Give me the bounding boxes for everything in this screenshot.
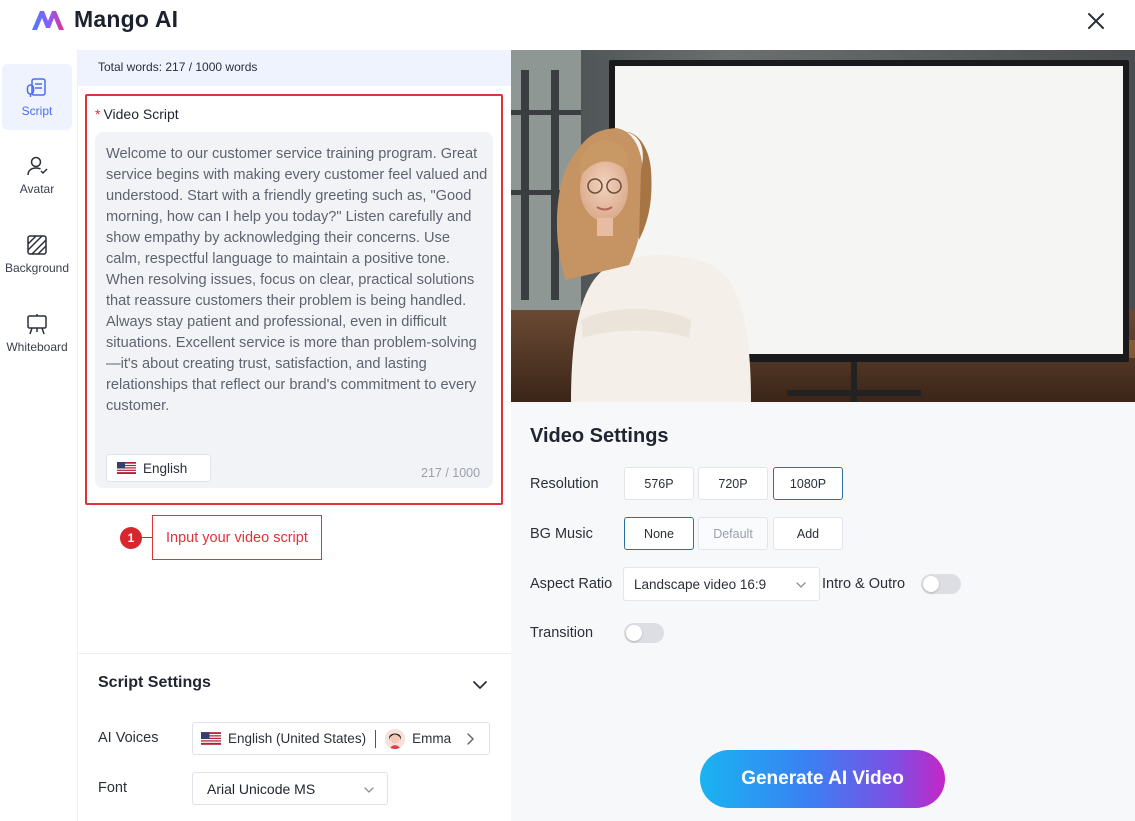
font-value: Arial Unicode MS [207, 780, 316, 797]
chevron-down-icon [473, 681, 487, 689]
aspect-ratio-label: Aspect Ratio [530, 576, 613, 592]
us-flag-icon [201, 732, 221, 745]
bg-music-default-button[interactable]: Default [698, 517, 768, 550]
word-count-bar: Total words: 217 / 1000 words [78, 50, 511, 86]
video-preview [511, 50, 1135, 402]
script-hint: 1 Input your video script [120, 515, 322, 560]
transition-toggle[interactable] [624, 623, 664, 643]
background-icon [27, 235, 47, 255]
preview-scene-image [511, 50, 1135, 402]
close-icon [1088, 13, 1104, 29]
resolution-576p-button[interactable]: 576P [624, 467, 694, 500]
voice-language: English (United States) [228, 731, 367, 746]
bg-music-label: BG Music [530, 526, 593, 542]
bg-music-none-button[interactable]: None [624, 517, 694, 550]
sidebar-item-label: Background [4, 261, 70, 275]
font-select[interactable]: Arial Unicode MS [192, 772, 388, 805]
sidebar-item-whiteboard[interactable]: Whiteboard [2, 300, 72, 366]
sidebar-item-script[interactable]: Script [2, 64, 72, 130]
script-language-label: English [143, 460, 188, 476]
sidebar: Script Avatar Background Whiteboard [0, 50, 78, 821]
ai-voices-label: AI Voices [98, 730, 159, 746]
voice-name: Emma [412, 731, 452, 746]
header: Mango AI [0, 0, 1135, 50]
app-name: Mango AI [74, 6, 179, 32]
script-settings-toggle[interactable] [471, 676, 489, 694]
sidebar-item-label: Avatar [19, 182, 55, 196]
aspect-ratio-select[interactable]: Landscape video 16:9 [623, 567, 820, 601]
chevron-down-icon [364, 787, 374, 793]
avatar-icon [27, 156, 48, 176]
hint-text: Input your video script [152, 515, 322, 560]
sidebar-item-label: Whiteboard [6, 340, 68, 354]
voice-avatar [385, 728, 406, 749]
video-script-label-text: Video Script [103, 106, 179, 122]
video-script-text[interactable]: Welcome to our customer service training… [106, 144, 488, 417]
word-count: Total words: 217 / 1000 words [98, 60, 258, 74]
video-script-textarea[interactable]: Welcome to our customer service training… [95, 132, 493, 488]
ai-voice-select[interactable]: English (United States) Emma [192, 722, 490, 755]
sidebar-item-avatar[interactable]: Avatar [2, 142, 72, 208]
char-count: 217 / 1000 [421, 466, 481, 480]
generate-ai-video-button[interactable]: Generate AI Video [700, 750, 945, 808]
aspect-ratio-value: Landscape video 16:9 [634, 576, 767, 592]
intro-outro-toggle[interactable] [921, 574, 961, 594]
resolution-label: Resolution [530, 476, 599, 492]
separator [375, 729, 377, 748]
sidebar-item-label: Script [21, 104, 53, 118]
whiteboard-icon [27, 314, 47, 335]
video-panel: Video Settings Resolution 576P 720P 1080… [511, 50, 1135, 821]
resolution-1080p-button[interactable]: 1080P [773, 467, 843, 500]
hint-connector [142, 537, 152, 538]
chevron-down-icon [796, 582, 806, 588]
mango-logo-icon [32, 10, 64, 30]
close-button[interactable] [1084, 9, 1108, 33]
app-root: Mango AI Script Avatar Background Whiteb… [0, 0, 1135, 821]
script-panel: Total words: 217 / 1000 words * Video Scr… [78, 50, 511, 821]
chevron-right-icon [467, 733, 474, 745]
intro-outro-label: Intro & Outro [822, 576, 906, 592]
us-flag-icon [117, 462, 136, 474]
divider [78, 653, 511, 654]
resolution-720p-button[interactable]: 720P [698, 467, 768, 500]
script-language-button[interactable]: English [106, 454, 211, 482]
sidebar-item-background[interactable]: Background [2, 221, 72, 287]
hint-step-badge: 1 [120, 526, 142, 549]
video-script-label: * Video Script [95, 106, 179, 122]
script-icon [26, 78, 46, 97]
required-mark: * [95, 106, 101, 122]
video-script-section: * Video Script Welcome to our customer se… [85, 94, 503, 505]
logo: Mango AI [30, 6, 178, 33]
transition-label: Transition [530, 625, 594, 641]
bg-music-add-button[interactable]: Add [773, 517, 843, 550]
script-settings-title: Script Settings [98, 674, 211, 691]
font-label: Font [98, 780, 128, 796]
video-settings-title: Video Settings [530, 425, 669, 447]
